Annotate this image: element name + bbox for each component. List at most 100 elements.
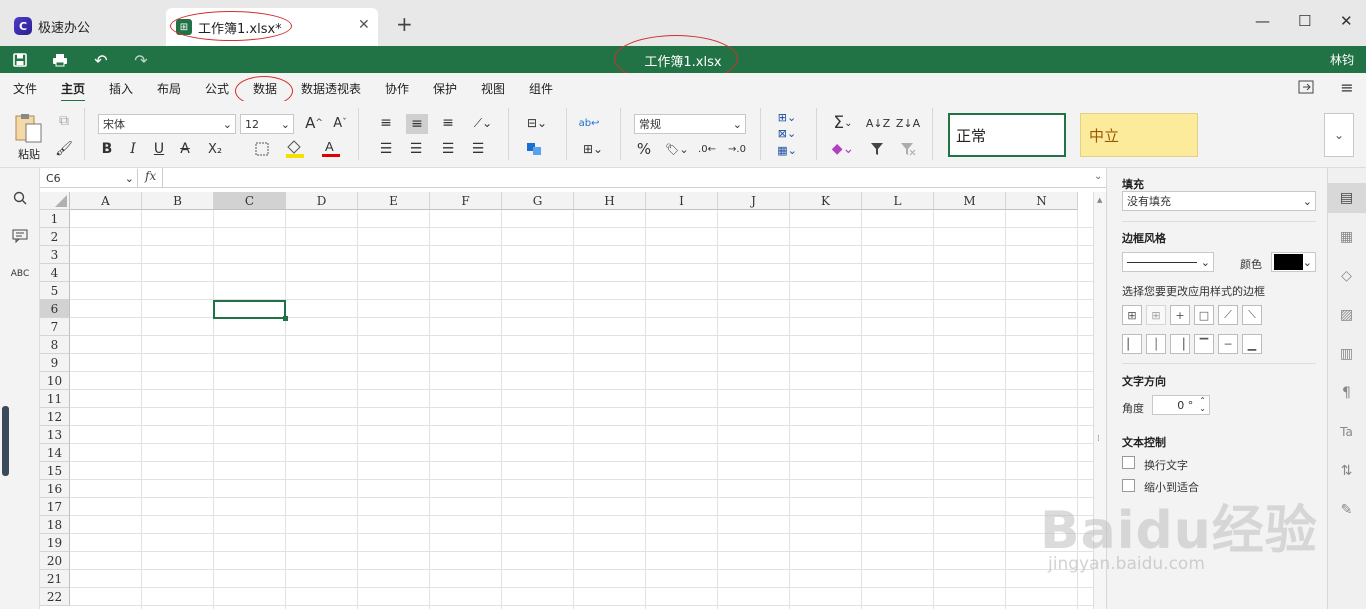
menu-protect[interactable]: 保护 [433, 80, 457, 97]
align-bottom-icon[interactable]: ≡ [438, 114, 458, 132]
font-grow-button[interactable]: A ^ [304, 113, 324, 133]
menu-pivot-table[interactable]: 数据透视表 [301, 80, 361, 97]
menu-layout[interactable]: 布局 [157, 80, 181, 97]
open-location-icon[interactable] [1296, 78, 1316, 96]
number-format-select[interactable]: 常规 ⌄ [634, 114, 746, 134]
image-settings-icon[interactable]: ▨ [1327, 300, 1366, 330]
left-scroll-handle[interactable] [2, 406, 9, 476]
row-header-21[interactable]: 21 [40, 570, 70, 588]
sort-descending-icon[interactable]: Z↓A [896, 113, 920, 133]
row-header-11[interactable]: 11 [40, 390, 70, 408]
row-header-12[interactable]: 12 [40, 408, 70, 426]
border-style-select[interactable]: ⌄ [1122, 252, 1214, 272]
menu-file[interactable]: 文件 [13, 80, 37, 97]
currency-icon[interactable]: 🏷⌄ [664, 140, 690, 158]
underline-button[interactable]: U [150, 140, 168, 158]
menu-insert[interactable]: 插入 [109, 80, 133, 97]
copy-icon[interactable]: ⧉ [56, 113, 72, 129]
font-size-select[interactable]: 12 ⌄ [240, 114, 294, 134]
search-icon[interactable] [10, 188, 30, 208]
cell-style-normal[interactable]: 正常 [948, 113, 1066, 157]
row-header-10[interactable]: 10 [40, 372, 70, 390]
row-header-17[interactable]: 17 [40, 498, 70, 516]
row-header-18[interactable]: 18 [40, 516, 70, 534]
fill-color-button[interactable] [282, 138, 308, 158]
maximize-button[interactable]: ☐ [1298, 12, 1311, 30]
row-header-4[interactable]: 4 [40, 264, 70, 282]
bold-button[interactable]: B [98, 140, 116, 158]
column-header-I[interactable]: I [646, 192, 718, 210]
select-all-corner[interactable] [40, 192, 70, 210]
column-header-F[interactable]: F [430, 192, 502, 210]
fill-handle[interactable] [283, 316, 288, 321]
row-header-22[interactable]: 22 [40, 588, 70, 606]
app-tab[interactable]: C 极速办公 [0, 8, 160, 44]
spreadsheet-grid[interactable]: ABCDEFGHIJKLMN 1 2 3 4 5 6 7 8 9 10 11 12 13 14 15 16 17… [40, 192, 1093, 609]
justify-icon[interactable]: ☰ [468, 140, 488, 158]
column-header-N[interactable]: N [1006, 192, 1078, 210]
border-bottom-icon[interactable]: ▁ [1242, 334, 1262, 354]
border-all-icon[interactable]: ⊞ [1122, 305, 1142, 325]
cell-settings-icon[interactable]: ▤ [1327, 183, 1366, 213]
scroll-grip-icon[interactable]: ⁞ [1097, 434, 1100, 444]
subscript-button[interactable]: X₂ [202, 140, 228, 158]
filter-icon[interactable] [868, 140, 886, 158]
border-diag-down-icon[interactable]: ⟍ [1242, 305, 1262, 325]
column-header-H[interactable]: H [574, 192, 646, 210]
new-tab-button[interactable]: + [396, 12, 413, 36]
decrease-decimal-icon[interactable]: .0← [696, 140, 718, 158]
borders-button[interactable] [250, 140, 274, 158]
column-header-M[interactable]: M [934, 192, 1006, 210]
signature-settings-icon[interactable]: ✎ [1327, 495, 1366, 525]
angle-stepper[interactable]: 0 ° ⌃ ⌄ [1152, 395, 1210, 415]
clear-filter-icon[interactable] [898, 140, 918, 158]
border-diag-up-icon[interactable]: ⟋ [1218, 305, 1238, 325]
pivot-settings-icon[interactable]: ⇅ [1327, 456, 1366, 486]
fill-select[interactable]: 没有填充 ⌄ [1122, 191, 1316, 211]
minimize-button[interactable]: — [1255, 12, 1270, 30]
strikethrough-button[interactable]: A [176, 140, 194, 158]
wrap-text-checkbox[interactable] [1122, 456, 1135, 469]
autosum-button[interactable]: Σ ⌄ [828, 113, 858, 133]
column-header-J[interactable]: J [718, 192, 790, 210]
border-top-icon[interactable]: ▔ [1194, 334, 1214, 354]
font-name-select[interactable]: 宋体 ⌄ [98, 114, 236, 134]
cell-style-neutral[interactable]: 中立 [1080, 113, 1198, 157]
formula-input[interactable] [168, 171, 1088, 185]
merge-cells-icon[interactable] [522, 140, 552, 158]
menu-home[interactable]: 主页 [61, 80, 86, 102]
chart-settings-icon[interactable]: ▥ [1327, 339, 1366, 369]
align-top-icon[interactable]: ≡ [376, 114, 396, 132]
column-header-L[interactable]: L [862, 192, 934, 210]
row-header-20[interactable]: 20 [40, 552, 70, 570]
menu-collaborate[interactable]: 协作 [385, 80, 409, 97]
styles-expand-button[interactable]: ⌄ [1324, 113, 1354, 157]
close-window-button[interactable]: ✕ [1340, 12, 1353, 30]
border-color-select[interactable]: ⌄ [1271, 252, 1316, 272]
border-none-icon[interactable]: ⊞ [1146, 305, 1166, 325]
format-painter-icon[interactable]: 🖌 [55, 141, 73, 157]
border-left-icon[interactable]: ▏ [1122, 334, 1142, 354]
insert-function-icon[interactable]: ⊞⌄ [578, 140, 608, 158]
row-header-16[interactable]: 16 [40, 480, 70, 498]
row-header-3[interactable]: 3 [40, 246, 70, 264]
row-header-13[interactable]: 13 [40, 426, 70, 444]
row-header-7[interactable]: 7 [40, 318, 70, 336]
paragraph-settings-icon[interactable]: ¶ [1327, 378, 1366, 408]
menu-components[interactable]: 组件 [529, 80, 553, 97]
menu-view[interactable]: 视图 [481, 80, 505, 97]
text-orientation-icon[interactable]: ⟋⌄ [468, 114, 498, 132]
column-header-D[interactable]: D [286, 192, 358, 210]
shape-settings-icon[interactable]: ◇ [1327, 261, 1366, 291]
border-right-icon[interactable]: ▕ [1170, 334, 1190, 354]
row-header-5[interactable]: 5 [40, 282, 70, 300]
italic-button[interactable]: I [124, 140, 142, 158]
table-settings-icon[interactable]: ▦ [1327, 222, 1366, 252]
spell-check-icon[interactable]: ab↩ [578, 112, 600, 134]
border-inner-icon[interactable]: + [1170, 305, 1190, 325]
formula-expand-icon[interactable]: ⌄ [1094, 171, 1102, 182]
column-header-K[interactable]: K [790, 192, 862, 210]
sort-ascending-icon[interactable]: A↓Z [866, 113, 890, 133]
column-header-E[interactable]: E [358, 192, 430, 210]
spelling-icon[interactable]: ABC [10, 264, 30, 284]
